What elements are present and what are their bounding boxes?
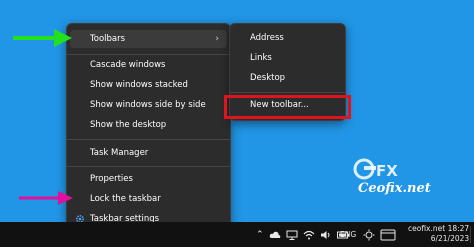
submenu-item-label: Desktop bbox=[250, 73, 286, 83]
submenu-item-label: Links bbox=[250, 53, 272, 63]
menu-item-label: Task Manager bbox=[90, 148, 149, 158]
wifi-icon[interactable] bbox=[303, 230, 315, 240]
chevron-up-icon[interactable]: ⌃ bbox=[256, 230, 264, 240]
highlight-box bbox=[224, 95, 351, 119]
submenu-item-label: Address bbox=[250, 33, 284, 43]
menu-item-cascade-windows[interactable]: Cascade windows bbox=[70, 56, 227, 74]
submenu-divider bbox=[230, 92, 345, 93]
pink-arrow-icon bbox=[19, 191, 73, 205]
submenu-item-links[interactable]: Links bbox=[233, 49, 342, 67]
menu-divider bbox=[67, 139, 230, 140]
green-arrow-icon bbox=[13, 29, 72, 47]
taskbar-context-menu: Toolbars › Cascade windows Show windows … bbox=[66, 23, 231, 233]
menu-item-task-manager[interactable]: Task Manager bbox=[70, 144, 227, 162]
menu-item-label: Show windows stacked bbox=[90, 80, 188, 90]
svg-text:FX: FX bbox=[376, 162, 398, 180]
submenu-item-desktop[interactable]: Desktop bbox=[233, 69, 342, 87]
menu-item-label: Show windows side by side bbox=[90, 100, 206, 110]
show-desktop-button[interactable] bbox=[470, 226, 471, 243]
menu-item-show-windows-side-by-side[interactable]: Show windows side by side bbox=[70, 96, 227, 114]
watermark-logo: FX bbox=[353, 158, 398, 180]
menu-item-label: Show the desktop bbox=[90, 120, 167, 130]
menu-item-toolbars[interactable]: Toolbars › bbox=[70, 30, 227, 48]
taskbar: ⌃ ENG ceofix.net 18:27 6/21/2023 bbox=[0, 222, 474, 247]
cloud-icon[interactable] bbox=[269, 230, 281, 240]
menu-item-lock-the-taskbar[interactable]: Lock the taskbar bbox=[70, 190, 227, 208]
menu-item-label: Cascade windows bbox=[90, 60, 166, 70]
night-light-icon[interactable] bbox=[363, 229, 375, 241]
clock-date: 6/21/2023 bbox=[430, 234, 470, 243]
menu-item-show-the-desktop[interactable]: Show the desktop bbox=[70, 116, 227, 134]
menu-item-label: Toolbars bbox=[90, 34, 126, 44]
chevron-right-icon: › bbox=[215, 34, 219, 44]
menu-item-properties[interactable]: Properties bbox=[70, 170, 227, 188]
menu-item-show-windows-stacked[interactable]: Show windows stacked bbox=[70, 76, 227, 94]
menu-item-label: Lock the taskbar bbox=[90, 194, 161, 204]
menu-divider bbox=[67, 166, 230, 167]
speaker-icon[interactable] bbox=[320, 230, 332, 240]
monitor-icon[interactable] bbox=[286, 230, 298, 240]
watermark-text: Ceofix.net bbox=[358, 181, 431, 196]
taskbar-app-icon[interactable] bbox=[380, 229, 396, 241]
clock-time: ceofix.net 18:27 bbox=[408, 224, 470, 233]
clock[interactable]: ceofix.net 18:27 6/21/2023 bbox=[408, 224, 469, 244]
submenu-item-address[interactable]: Address bbox=[233, 29, 342, 47]
menu-divider bbox=[67, 54, 230, 55]
menu-item-label: Properties bbox=[90, 174, 133, 184]
language-indicator[interactable]: ENG bbox=[340, 230, 356, 239]
system-tray: ⌃ bbox=[256, 222, 350, 247]
